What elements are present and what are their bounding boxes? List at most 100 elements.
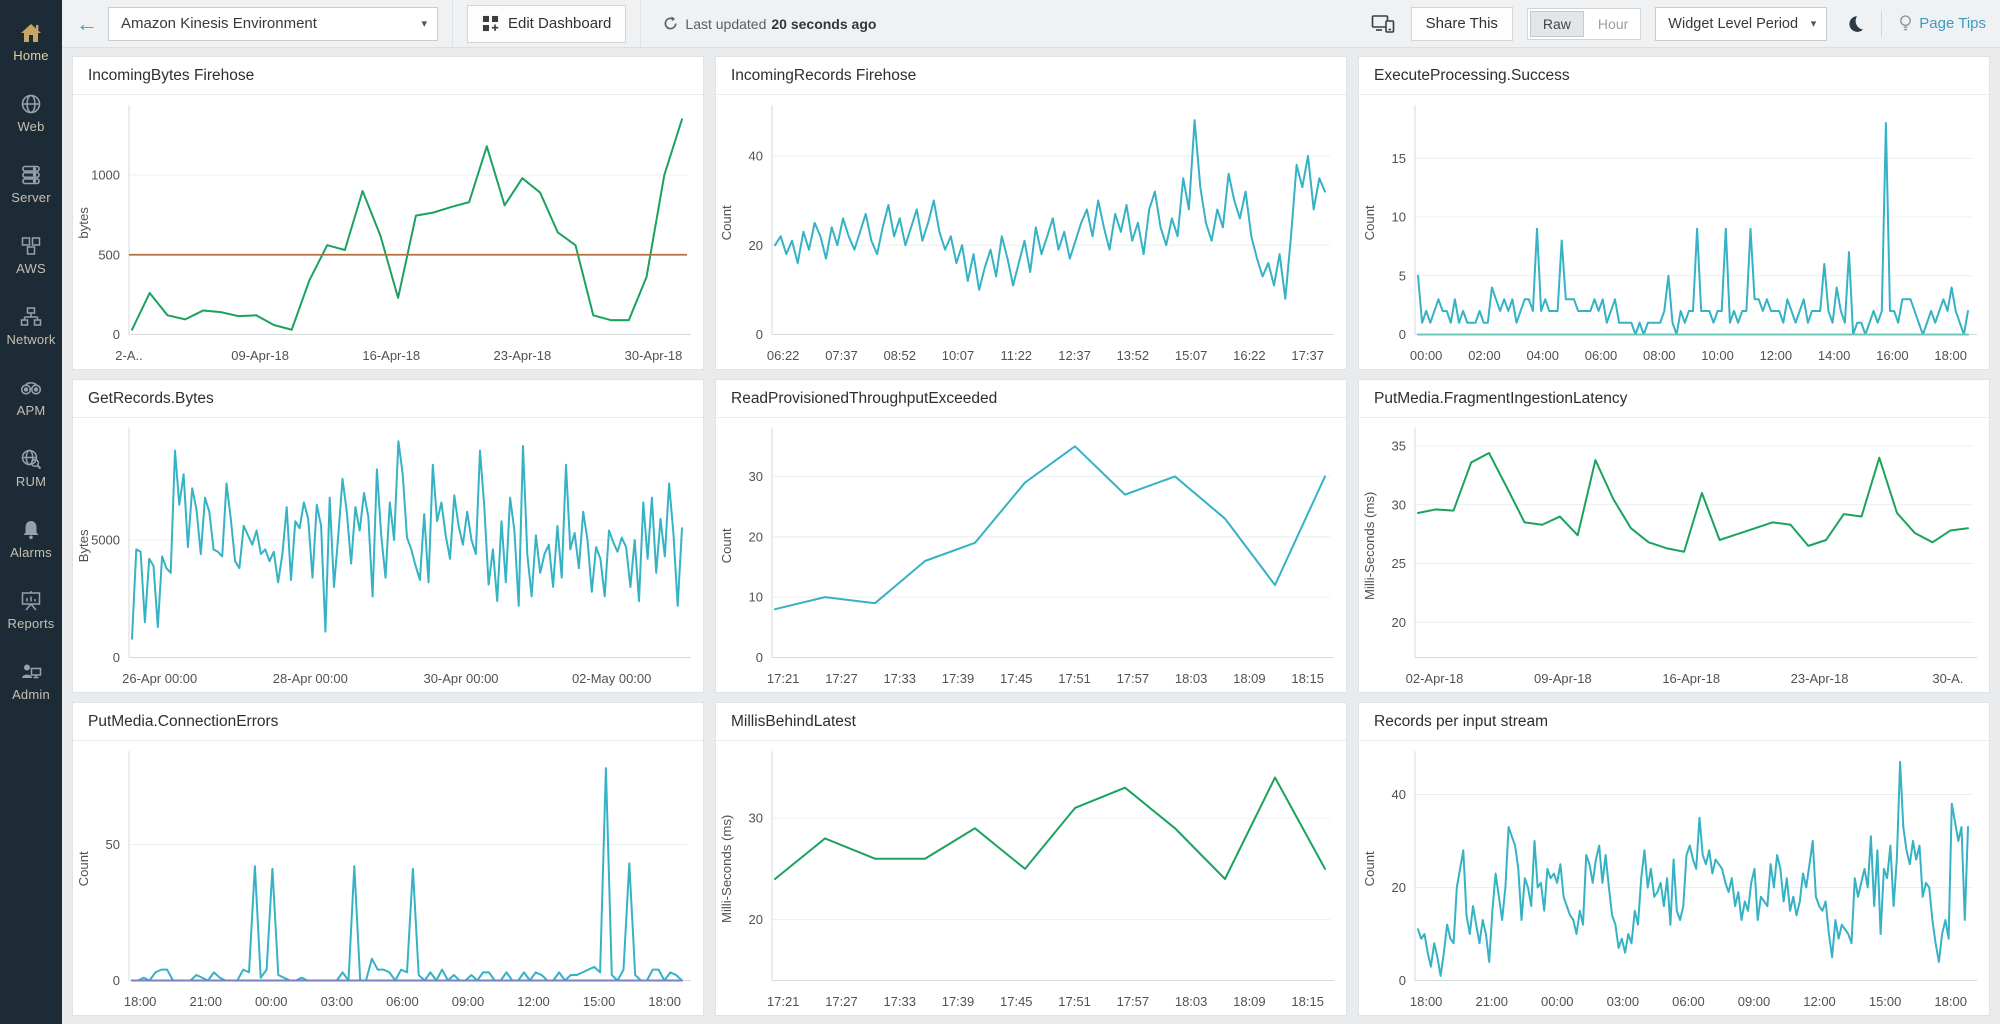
svg-text:16:22: 16:22 — [1233, 348, 1265, 363]
svg-text:02-May 00:00: 02-May 00:00 — [572, 671, 651, 686]
svg-text:17:39: 17:39 — [942, 994, 974, 1009]
share-this-button[interactable]: Share This — [1410, 6, 1513, 41]
chart-card-incomingrecords-firehose: IncomingRecords Firehose 0 20 40 Count 06:22… — [715, 56, 1347, 370]
sidebar-item-alarms[interactable]: Alarms — [0, 503, 62, 574]
chart-title: Records per input stream — [1359, 703, 1989, 741]
chart-title: GetRecords.Bytes — [73, 380, 703, 418]
sidebar-item-reports[interactable]: Reports — [0, 574, 62, 645]
line-chart[interactable]: 20 25 30 35 Milli-Seconds (ms) 02-Apr-18 09-Ap… — [1359, 418, 1989, 692]
sidebar-item-aws[interactable]: AWS — [0, 219, 62, 290]
svg-text:Bytes: Bytes — [76, 529, 91, 562]
granularity-raw-option[interactable]: Raw — [1529, 10, 1584, 37]
line-chart[interactable]: 20 30 Milli-Seconds (ms) 17:21 17:27 17:33 17:… — [716, 741, 1346, 1015]
svg-text:09-Apr-18: 09-Apr-18 — [231, 348, 289, 363]
svg-text:0: 0 — [1399, 973, 1406, 988]
dark-mode-moon-icon[interactable] — [1845, 14, 1865, 34]
svg-text:18:15: 18:15 — [1291, 994, 1323, 1009]
page-tips-link[interactable]: Page Tips — [1898, 14, 1986, 33]
chevron-down-icon: ▾ — [421, 18, 427, 30]
sidebar-item-web[interactable]: Web — [0, 77, 62, 148]
svg-text:26-Apr 00:00: 26-Apr 00:00 — [122, 671, 197, 686]
sidebar-item-label: Alarms — [10, 544, 52, 560]
svg-text:17:33: 17:33 — [883, 671, 915, 686]
svg-text:15:07: 15:07 — [1175, 348, 1207, 363]
svg-text:0: 0 — [113, 650, 120, 665]
svg-text:50: 50 — [106, 837, 120, 852]
svg-text:16-Apr-18: 16-Apr-18 — [362, 348, 420, 363]
granularity-hour-option[interactable]: Hour — [1586, 9, 1640, 39]
svg-text:20: 20 — [1392, 880, 1406, 895]
svg-text:09-Apr-18: 09-Apr-18 — [1534, 671, 1592, 686]
svg-text:30: 30 — [1392, 497, 1406, 512]
sidebar-item-home[interactable]: Home — [0, 6, 62, 77]
svg-text:18:00: 18:00 — [1934, 348, 1966, 363]
svg-text:17:51: 17:51 — [1058, 994, 1090, 1009]
svg-text:0: 0 — [1399, 327, 1406, 342]
chart-title: MillisBehindLatest — [716, 703, 1346, 741]
refresh-icon[interactable] — [663, 16, 678, 31]
svg-text:35: 35 — [1392, 438, 1406, 453]
devices-icon[interactable] — [1371, 14, 1395, 34]
svg-text:20: 20 — [749, 238, 763, 253]
lightbulb-icon — [1900, 15, 1912, 31]
chart-card-readprovisionedthroughputexceeded: ReadProvisionedThroughputExceeded 0 10 20 3… — [715, 379, 1347, 693]
svg-text:18:00: 18:00 — [124, 994, 156, 1009]
svg-text:00:00: 00:00 — [1410, 348, 1442, 363]
widget-level-period-select[interactable]: Widget Level Period ▾ — [1655, 6, 1828, 41]
svg-text:06:00: 06:00 — [1672, 994, 1704, 1009]
edit-dashboard-button[interactable]: Edit Dashboard — [467, 4, 627, 43]
svg-text:17:57: 17:57 — [1117, 671, 1149, 686]
sidebar-item-network[interactable]: Network — [0, 290, 62, 361]
svg-text:17:21: 17:21 — [767, 994, 799, 1009]
svg-text:08:52: 08:52 — [883, 348, 915, 363]
sidebar-item-server[interactable]: Server — [0, 148, 62, 219]
svg-text:00:00: 00:00 — [1541, 994, 1573, 1009]
svg-text:0: 0 — [113, 327, 120, 342]
svg-text:12:00: 12:00 — [1760, 348, 1792, 363]
svg-text:17:45: 17:45 — [1000, 671, 1032, 686]
svg-text:0: 0 — [756, 650, 763, 665]
line-chart[interactable]: 0 20 40 Count 18:00 21:00 00:00 03:00 06:00 09:00… — [1359, 741, 1989, 1015]
toolbar-separator — [640, 0, 642, 48]
svg-text:12:00: 12:00 — [1803, 994, 1835, 1009]
svg-text:07:37: 07:37 — [825, 348, 857, 363]
line-chart[interactable]: 0 500 1000 bytes 2-A.. 09-Apr-18 16-Apr-18 23-A… — [73, 95, 703, 369]
svg-text:30: 30 — [749, 811, 763, 826]
edit-dashboard-label: Edit Dashboard — [508, 15, 612, 32]
dashboard-select[interactable]: Amazon Kinesis Environment ▾ — [108, 6, 438, 41]
sidebar-item-rum[interactable]: RUM — [0, 432, 62, 503]
svg-text:10: 10 — [1392, 209, 1406, 224]
svg-text:30-Apr 00:00: 30-Apr 00:00 — [423, 671, 498, 686]
line-chart[interactable]: 0 5000Bytes 26-Apr 00:00 28-Apr 00:00 30-Apr… — [73, 418, 703, 692]
svg-text:14:00: 14:00 — [1818, 348, 1850, 363]
svg-text:03:00: 03:00 — [1607, 994, 1639, 1009]
line-chart[interactable]: 0 5 10 15 Count 00:00 02:00 04:00 06:00 08:00 10:0… — [1359, 95, 1989, 369]
svg-text:18:03: 18:03 — [1175, 994, 1207, 1009]
line-chart[interactable]: 0 50 Count 18:00 21:00 00:00 03:00 06:00 09:00 12… — [73, 741, 703, 1015]
aws-cubes-icon — [19, 234, 43, 258]
svg-text:17:39: 17:39 — [942, 671, 974, 686]
globe-search-icon — [19, 447, 43, 471]
last-updated-prefix: Last updated — [685, 15, 767, 32]
svg-text:17:33: 17:33 — [883, 994, 915, 1009]
back-arrow-icon[interactable]: ← — [76, 12, 98, 35]
last-updated-value: 20 seconds ago — [771, 15, 877, 32]
chart-card-records-per-input-stream: Records per input stream 0 20 40 Count 18:00… — [1358, 702, 1990, 1016]
svg-text:0: 0 — [113, 973, 120, 988]
svg-text:30-Apr-18: 30-Apr-18 — [625, 348, 683, 363]
svg-text:30-A.: 30-A. — [1932, 671, 1963, 686]
svg-text:10:00: 10:00 — [1701, 348, 1733, 363]
line-chart[interactable]: 0 20 40 Count 06:22 07:37 08:52 10:07 11:22 12:37… — [716, 95, 1346, 369]
chart-card-executeprocessing-success: ExecuteProcessing.Success 0 5 10 15 Count 00:… — [1358, 56, 1990, 370]
sidebar-item-apm[interactable]: APM — [0, 361, 62, 432]
svg-text:02-Apr-18: 02-Apr-18 — [1406, 671, 1464, 686]
chart-title: IncomingRecords Firehose — [716, 57, 1346, 95]
toolbar-separator — [452, 0, 453, 48]
svg-text:1000: 1000 — [91, 168, 120, 183]
svg-text:18:15: 18:15 — [1291, 671, 1323, 686]
separator — [1881, 10, 1883, 37]
sidebar-item-label: APM — [16, 402, 46, 418]
svg-text:06:00: 06:00 — [1585, 348, 1617, 363]
sidebar-item-admin[interactable]: Admin — [0, 645, 62, 716]
line-chart[interactable]: 0 10 20 30 Count 17:21 17:27 17:33 17:39 17:45 17:… — [716, 418, 1346, 692]
